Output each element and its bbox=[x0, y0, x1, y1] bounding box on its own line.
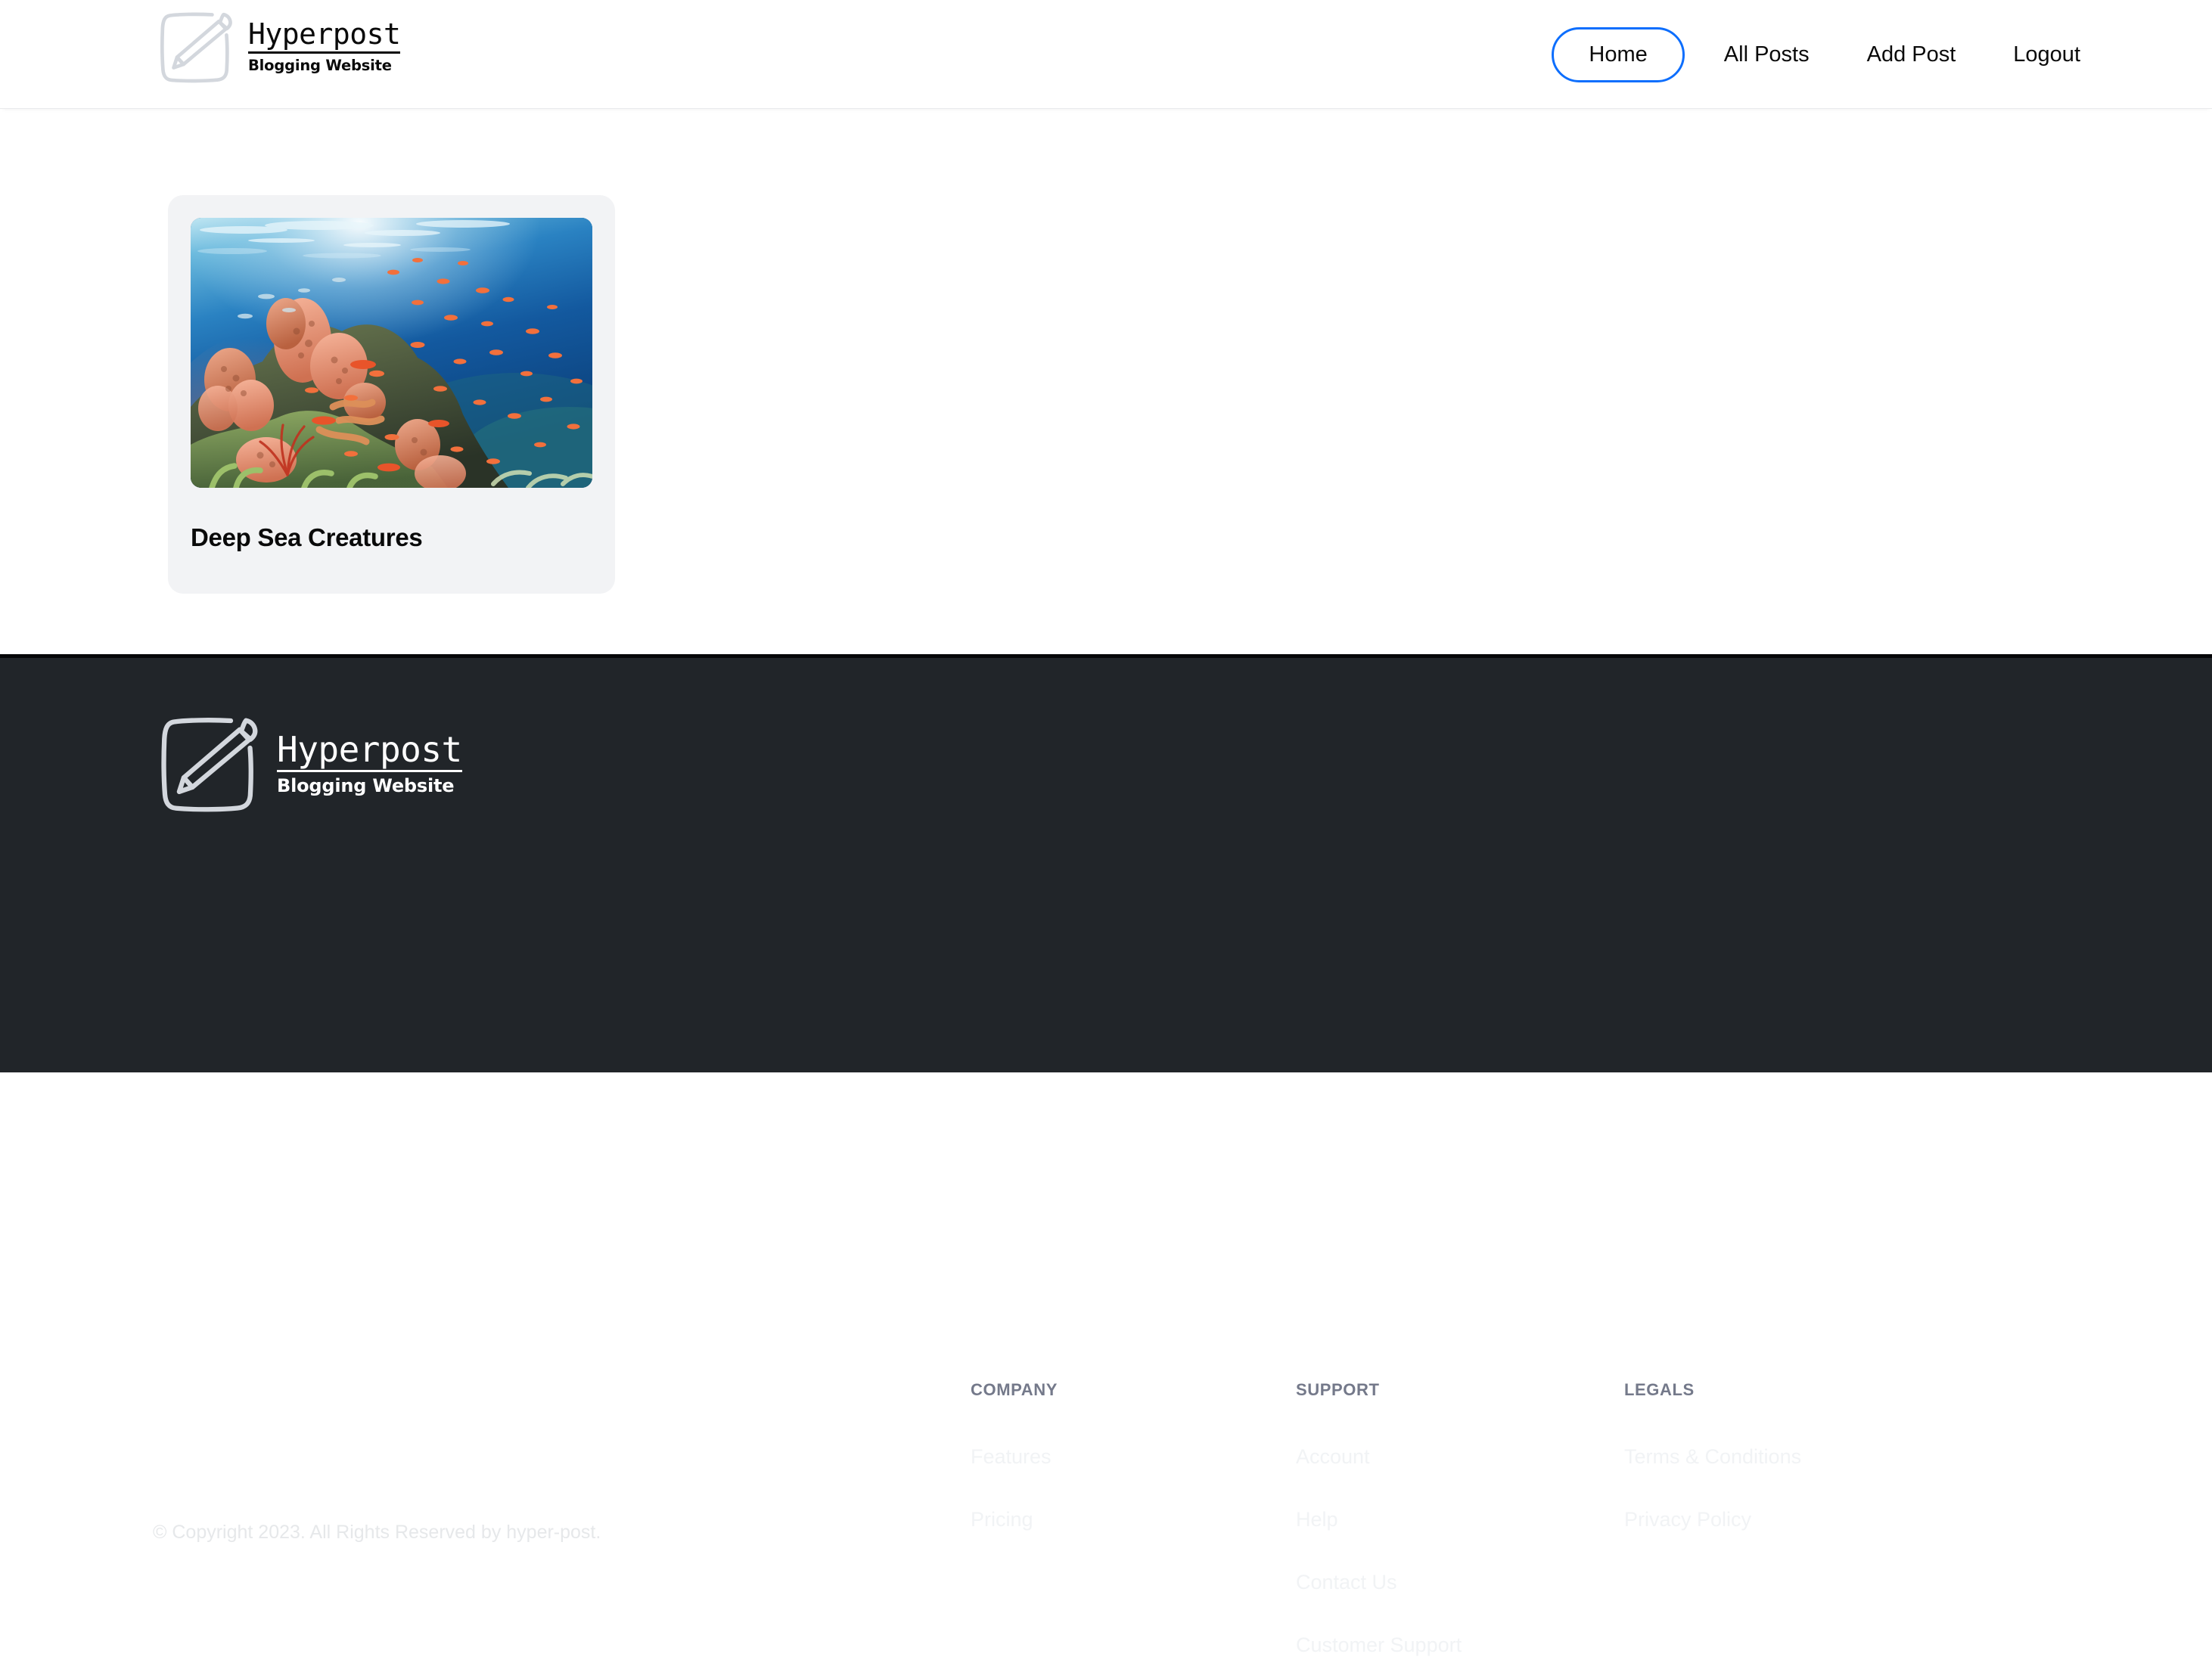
footer-column-support: SUPPORT Account Help Contact Us Customer… bbox=[1296, 1380, 1462, 1657]
footer-brand-wordmark: Hyperpost Blogging Website bbox=[277, 732, 462, 796]
copyright-text: © Copyright 2023. All Rights Reserved by… bbox=[153, 1522, 601, 1544]
brand-name: Hyperpost bbox=[248, 20, 400, 51]
footer-brand-name: Hyperpost bbox=[277, 732, 462, 770]
site-header: Hyperpost Blogging Website Home All Post… bbox=[0, 0, 2212, 109]
footer-column-title: LEGALS bbox=[1624, 1380, 1801, 1400]
footer-column-company: COMPANY Features Pricing bbox=[971, 1380, 1058, 1531]
footer-column-title: SUPPORT bbox=[1296, 1380, 1462, 1400]
site-footer: Hyperpost Blogging Website © Copyright 2… bbox=[0, 654, 2212, 1072]
footer-link-privacy-policy[interactable]: Privacy Policy bbox=[1624, 1508, 1801, 1531]
footer-column-legals: LEGALS Terms & Conditions Privacy Policy bbox=[1624, 1380, 1801, 1531]
footer-link-account[interactable]: Account bbox=[1296, 1445, 1462, 1469]
nav-item-logout[interactable]: Logout bbox=[1984, 44, 2109, 66]
post-grid: Deep Sea Creatures bbox=[168, 195, 615, 594]
brand-tagline: Blogging Website bbox=[248, 57, 400, 74]
footer-column-title: COMPANY bbox=[971, 1380, 1058, 1400]
footer-link-features[interactable]: Features bbox=[971, 1445, 1058, 1469]
main-navigation: Home All Posts Add Post Logout bbox=[1552, 0, 2109, 109]
nav-item-add-post[interactable]: Add Post bbox=[1838, 44, 1985, 66]
footer-brand[interactable]: Hyperpost Blogging Website bbox=[151, 707, 462, 821]
pencil-in-frame-icon bbox=[151, 707, 265, 821]
post-title: Deep Sea Creatures bbox=[191, 523, 592, 553]
footer-link-pricing[interactable]: Pricing bbox=[971, 1508, 1058, 1531]
nav-item-all-posts[interactable]: All Posts bbox=[1695, 44, 1838, 66]
brand-wordmark: Hyperpost Blogging Website bbox=[248, 20, 400, 74]
brand-logo-link[interactable]: Hyperpost Blogging Website bbox=[153, 5, 400, 89]
post-card[interactable]: Deep Sea Creatures bbox=[168, 195, 615, 594]
main-content: Deep Sea Creatures bbox=[0, 109, 2212, 654]
post-thumbnail[interactable] bbox=[191, 218, 592, 488]
footer-brand-tagline: Blogging Website bbox=[277, 775, 462, 796]
nav-item-home[interactable]: Home bbox=[1552, 27, 1684, 82]
footer-link-terms-and-conditions[interactable]: Terms & Conditions bbox=[1624, 1445, 1801, 1469]
footer-link-help[interactable]: Help bbox=[1296, 1508, 1462, 1531]
footer-link-contact-us[interactable]: Contact Us bbox=[1296, 1571, 1462, 1594]
footer-brand-divider bbox=[277, 770, 462, 772]
pencil-in-frame-icon bbox=[153, 5, 238, 89]
footer-link-customer-support[interactable]: Customer Support bbox=[1296, 1634, 1462, 1657]
brand-divider bbox=[248, 51, 400, 54]
